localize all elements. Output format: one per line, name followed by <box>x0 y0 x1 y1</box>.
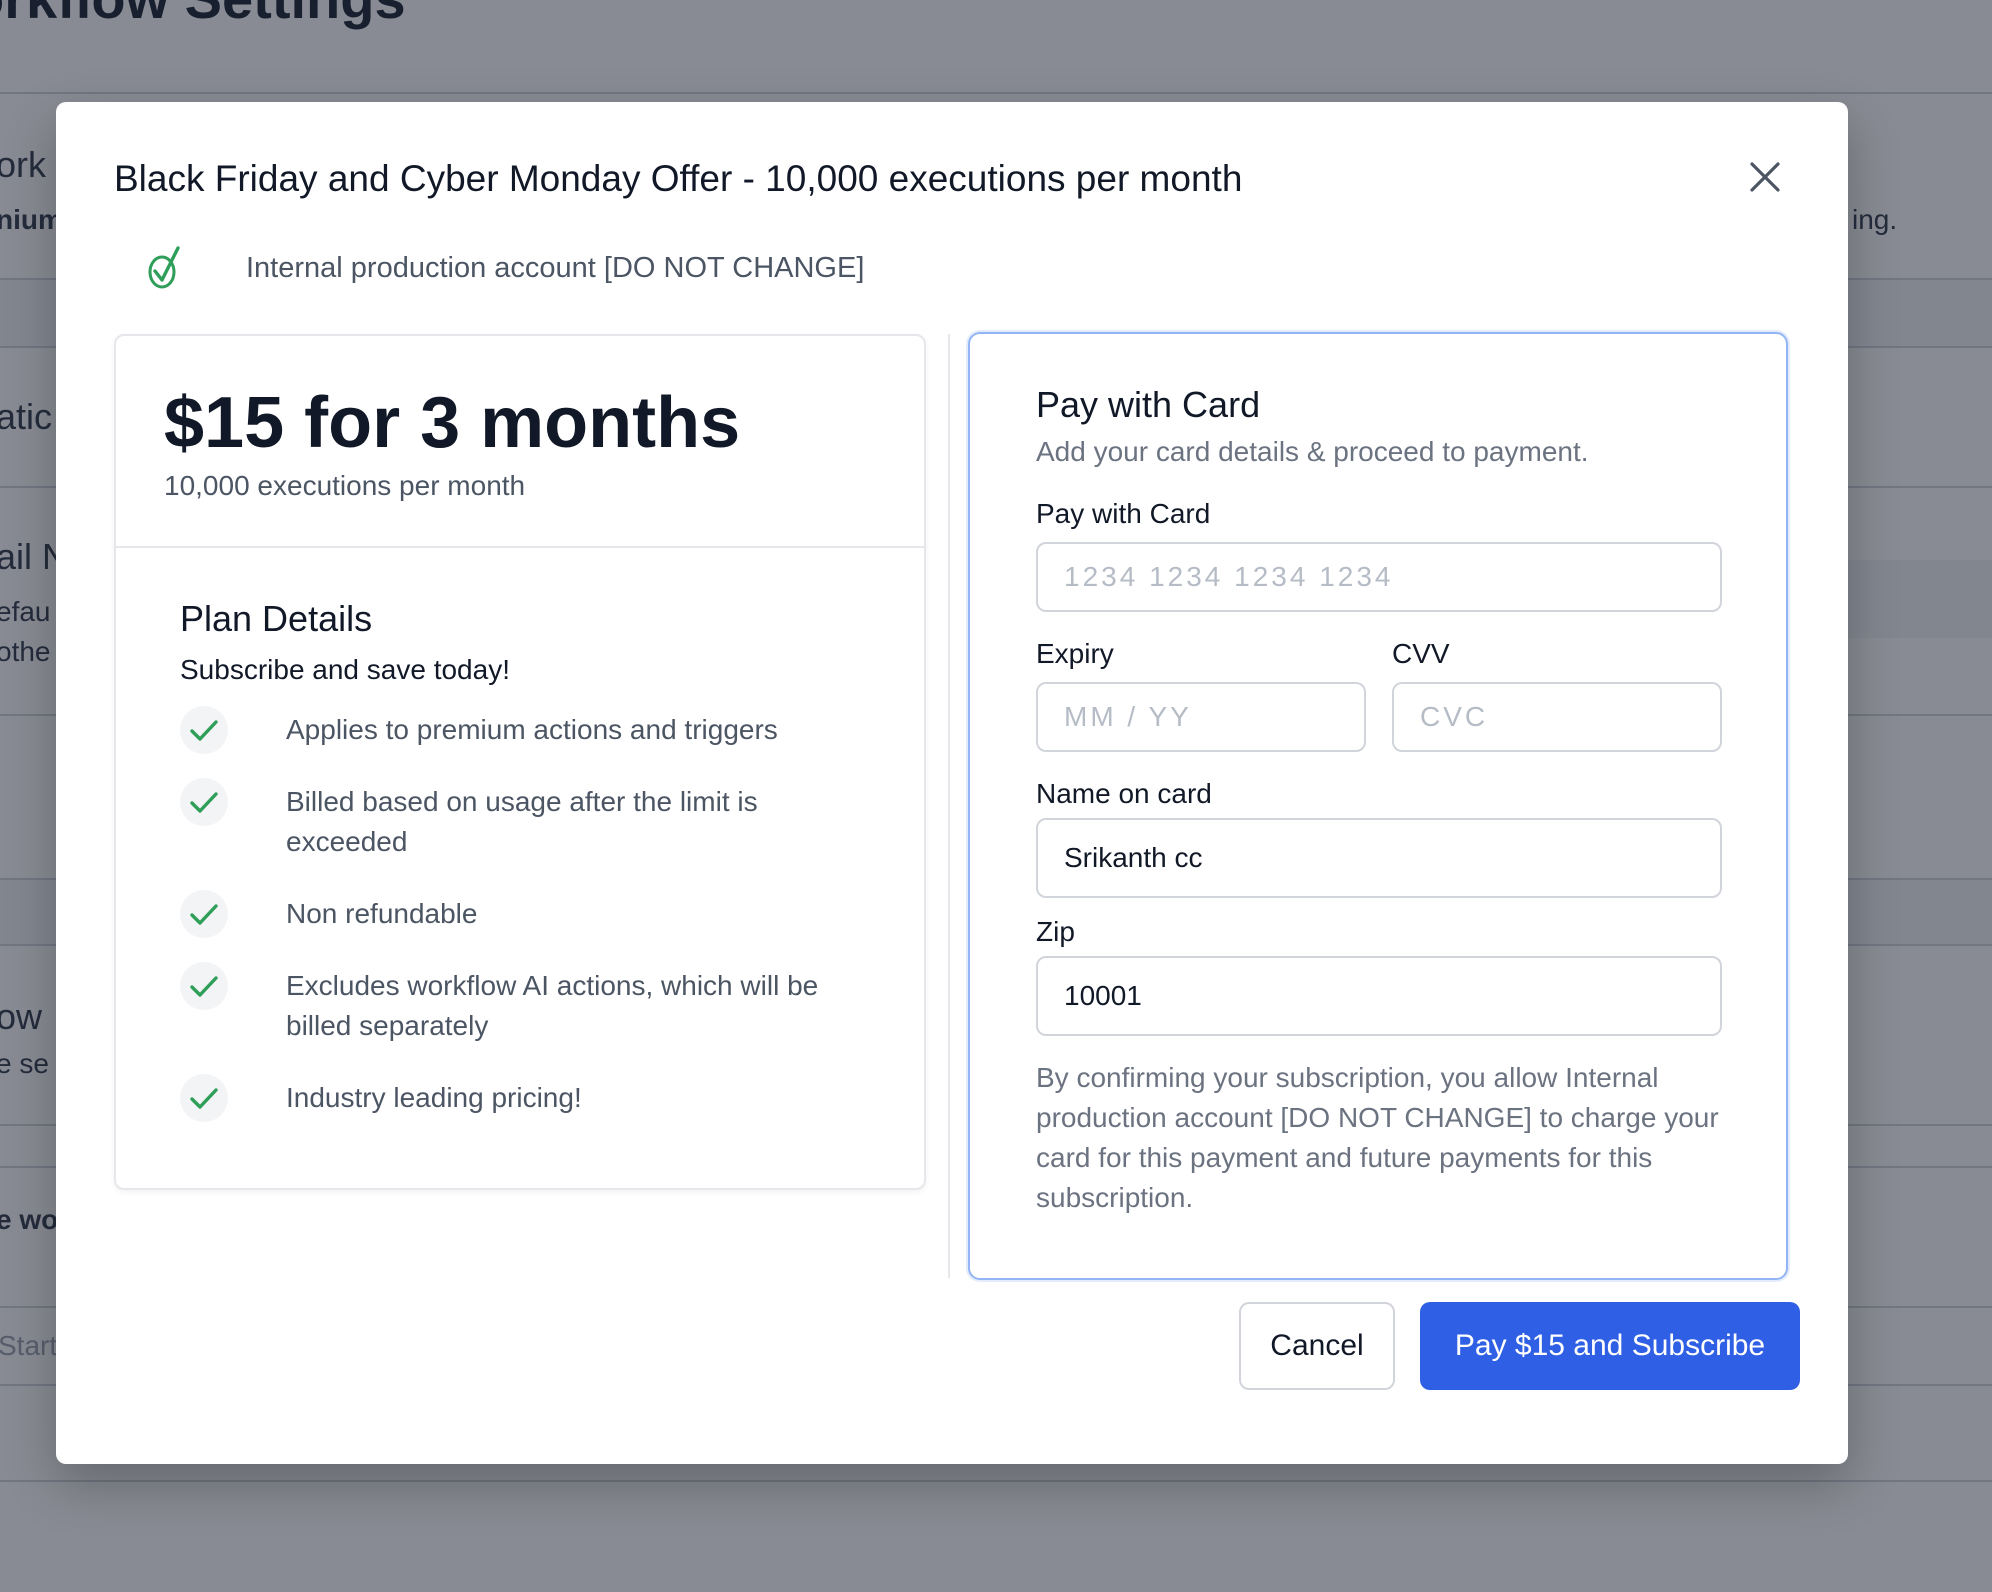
payment-subtitle: Add your card details & proceed to payme… <box>1036 436 1589 467</box>
expiry-label: Expiry <box>1036 638 1114 669</box>
feature-text: Non refundable <box>286 898 478 929</box>
plan-card: $15 for 3 months 10,000 executions per m… <box>114 334 926 1190</box>
subscription-modal: Black Friday and Cyber Monday Offer - 10… <box>56 102 1848 1464</box>
plan-price: $15 for 3 months <box>164 383 741 463</box>
cancel-button[interactable]: Cancel <box>1239 1302 1395 1390</box>
feature-item: Industry leading pricing! <box>180 1074 880 1122</box>
check-icon <box>180 1074 228 1122</box>
cvv-group: CVV <box>1392 638 1722 752</box>
cvv-input[interactable] <box>1392 682 1722 752</box>
column-divider <box>948 334 950 1278</box>
feature-text: Industry leading pricing! <box>286 1082 582 1113</box>
zip-input[interactable] <box>1036 956 1722 1036</box>
expiry-cvv-row: Expiry CVV <box>1036 638 1722 752</box>
feature-item: Applies to premium actions and triggers <box>180 706 880 754</box>
account-name: Internal production account [DO NOT CHAN… <box>246 251 865 284</box>
plan-details: Plan Details Subscribe and save today! A… <box>180 598 880 1150</box>
modal-title: Black Friday and Cyber Monday Offer - 10… <box>114 158 1243 199</box>
expiry-input[interactable] <box>1036 682 1366 752</box>
check-icon <box>180 778 228 826</box>
feature-item: Billed based on usage after the limit is… <box>180 778 880 862</box>
consent-text: By confirming your subscription, you all… <box>1036 1062 1719 1213</box>
name-on-card-input[interactable] <box>1036 818 1722 898</box>
pay-and-subscribe-button[interactable]: Pay $15 and Subscribe <box>1420 1302 1800 1390</box>
check-icon <box>180 890 228 938</box>
payment-card: Pay with Card Add your card details & pr… <box>968 332 1788 1280</box>
feature-text: Billed based on usage after the limit is… <box>286 786 758 857</box>
account-row: Internal production account [DO NOT CHAN… <box>144 238 864 298</box>
plan-executions: 10,000 executions per month <box>164 470 526 501</box>
close-button[interactable] <box>1740 152 1790 202</box>
check-icon <box>180 706 228 754</box>
zip-label: Zip <box>1036 916 1075 947</box>
card-number-label: Pay with Card <box>1036 498 1211 529</box>
plan-details-subtitle: Subscribe and save today! <box>180 654 510 685</box>
cvv-label: CVV <box>1392 638 1450 669</box>
feature-item: Non refundable <box>180 890 880 938</box>
card-number-input[interactable] <box>1036 542 1722 612</box>
close-icon <box>1750 162 1780 192</box>
plan-header: $15 for 3 months 10,000 executions per m… <box>116 336 924 548</box>
expiry-group: Expiry <box>1036 638 1366 752</box>
check-icon <box>180 962 228 1010</box>
verified-check-icon <box>144 241 184 295</box>
name-on-card-label: Name on card <box>1036 778 1212 809</box>
feature-text: Applies to premium actions and triggers <box>286 714 778 745</box>
payment-form: Pay with Card Add your card details & pr… <box>1036 384 1722 1218</box>
plan-details-title: Plan Details <box>180 598 373 639</box>
payment-title: Pay with Card <box>1036 384 1261 425</box>
feature-text: Excludes workflow AI actions, which will… <box>286 970 819 1041</box>
feature-item: Excludes workflow AI actions, which will… <box>180 962 880 1046</box>
